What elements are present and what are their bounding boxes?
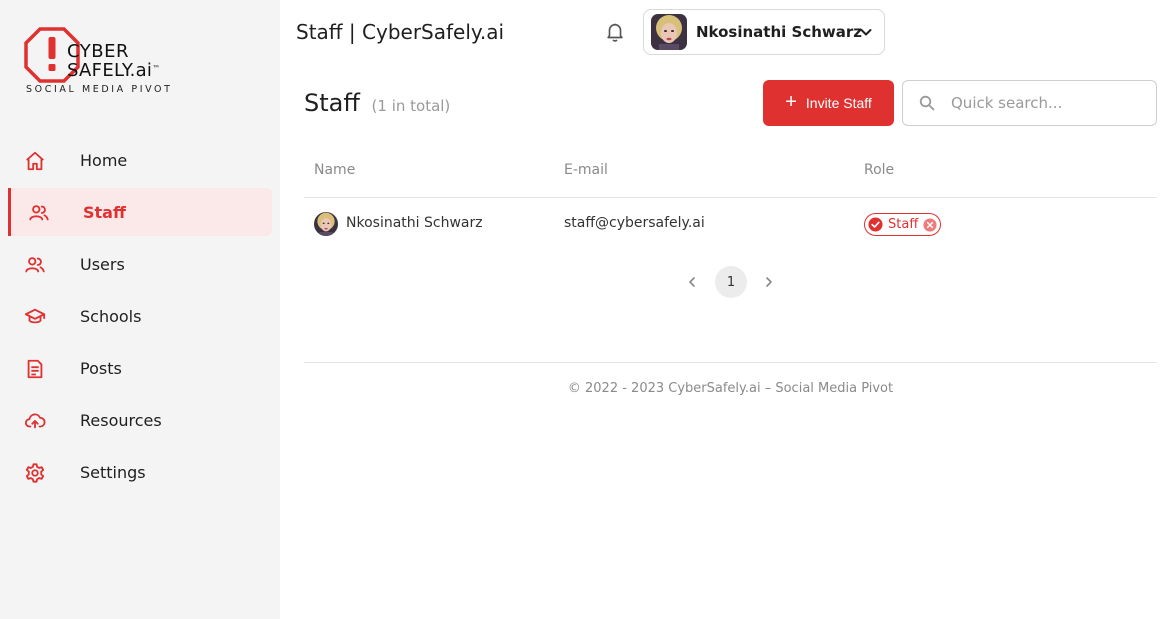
user-name: Nkosinathi Schwarz: [696, 23, 862, 41]
user-menu-button[interactable]: Nkosinathi Schwarz: [643, 9, 885, 55]
sidebar-nav: Home Staff Users Schools Posts Resources…: [0, 136, 280, 500]
sidebar-item-staff[interactable]: Staff: [8, 188, 272, 236]
sidebar-item-posts[interactable]: Posts: [0, 344, 280, 392]
pagination: 1: [0, 265, 1164, 299]
search-input[interactable]: [951, 82, 1151, 124]
sidebar-item-label: Resources: [80, 410, 162, 430]
role-chip[interactable]: Staff: [864, 213, 942, 236]
total-count: (1 in total): [371, 97, 451, 115]
staff-icon: [29, 205, 49, 221]
staff-name: Nkosinathi Schwarz: [346, 215, 483, 231]
plus-icon: +: [785, 91, 797, 113]
staff-email: staff@cybersafely.ai: [564, 215, 705, 231]
staff-table: Name E-mail Role Nkosinathi Schwarz staf…: [304, 146, 1157, 250]
sidebar-item-label: Schools: [80, 306, 142, 326]
page-header-title: Staff | CyberSafely.ai: [296, 20, 505, 44]
avatar: [314, 212, 338, 236]
column-header-role[interactable]: Role: [864, 162, 894, 178]
page-number-button[interactable]: 1: [715, 266, 747, 298]
page-title: Staff (1 in total): [304, 89, 451, 117]
chevron-right-icon[interactable]: [760, 273, 778, 291]
brand-line-1: CYBER: [67, 41, 129, 62]
chevron-left-icon[interactable]: [683, 273, 701, 291]
remove-role-icon[interactable]: [923, 217, 937, 232]
role-label: Staff: [888, 217, 919, 232]
invite-staff-label: Invite Staff: [805, 95, 872, 111]
sidebar-item-label: Staff: [83, 202, 126, 222]
footer-divider: [304, 362, 1157, 363]
sidebar: CYBER SAFELY.ai™ SOCIAL MEDIA PIVOT Home…: [0, 0, 280, 619]
column-header-email[interactable]: E-mail: [564, 162, 608, 178]
brand-logo[interactable]: CYBER SAFELY.ai™ SOCIAL MEDIA PIVOT: [24, 27, 204, 99]
footer-copyright: © 2022 - 2023 CyberSafely.ai – Social Me…: [567, 381, 894, 396]
school-icon: [24, 308, 46, 324]
posts-icon: [27, 359, 43, 379]
brand-line-2: SAFELY.ai™: [67, 60, 161, 81]
gear-icon: [25, 463, 45, 483]
check-circle-icon: [868, 217, 883, 232]
table-row[interactable]: Nkosinathi Schwarz staff@cybersafely.ai …: [304, 198, 1157, 250]
quick-search: [902, 80, 1157, 126]
search-icon: [919, 95, 935, 111]
sidebar-item-resources[interactable]: Resources: [0, 396, 280, 444]
sidebar-item-label: Posts: [80, 358, 122, 378]
sidebar-item-label: Settings: [80, 462, 146, 482]
invite-staff-button[interactable]: + Invite Staff: [763, 80, 894, 126]
cloud-upload-icon: [24, 413, 46, 429]
trademark: ™: [152, 64, 161, 73]
table-header: Name E-mail Role: [304, 146, 1157, 198]
sidebar-item-label: Home: [80, 150, 128, 170]
brand-tagline: SOCIAL MEDIA PIVOT: [26, 84, 173, 95]
chevron-down-icon: [860, 29, 872, 36]
column-header-name[interactable]: Name: [314, 162, 355, 178]
home-icon: [26, 151, 44, 171]
app-root: CYBER SAFELY.ai™ SOCIAL MEDIA PIVOT Home…: [0, 0, 1164, 619]
sidebar-item-settings[interactable]: Settings: [0, 448, 280, 496]
avatar: [651, 14, 687, 50]
notification-bell-icon[interactable]: [604, 21, 626, 43]
sidebar-item-schools[interactable]: Schools: [0, 292, 280, 340]
sidebar-item-home[interactable]: Home: [0, 136, 280, 184]
